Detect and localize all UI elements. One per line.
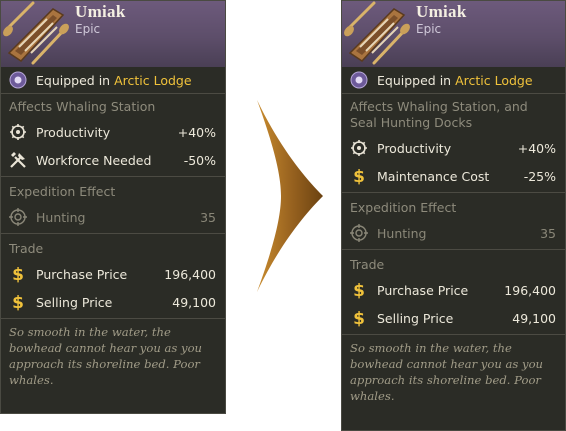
expedition-title: Expedition Effect xyxy=(350,200,457,215)
expedition-row: Hunting 35 xyxy=(1,203,225,231)
equipped-prefix: Equipped in xyxy=(377,72,452,88)
gear-icon xyxy=(8,122,28,142)
divider xyxy=(1,176,225,177)
trade-label: Selling Price xyxy=(377,310,454,326)
stat-row-workforce: Workforce Needed -50% xyxy=(1,146,225,174)
expedition-row: Hunting 35 xyxy=(342,219,565,247)
trade-value: 49,100 xyxy=(172,294,216,310)
equipped-row: Equipped in Arctic Lodge xyxy=(342,67,565,94)
stat-value: +40% xyxy=(177,124,216,140)
trade-row-selling: $ Selling Price 49,100 xyxy=(1,288,225,316)
gear-icon xyxy=(349,138,369,158)
equipped-location-link[interactable]: Arctic Lodge xyxy=(455,73,532,88)
equipped-location-link[interactable]: Arctic Lodge xyxy=(114,73,191,88)
stat-row-maintenance: $ Maintenance Cost -25% xyxy=(342,162,565,190)
stat-label: Maintenance Cost xyxy=(377,168,490,184)
svg-text:$: $ xyxy=(12,265,24,284)
expedition-label: Hunting xyxy=(377,225,427,241)
trade-value: 49,100 xyxy=(512,310,556,326)
item-rarity: Epic xyxy=(75,22,101,36)
item-tooltip-before: Umiak Epic Equipped in Arctic Lodge Affe… xyxy=(0,0,226,414)
tooltip-header: Umiak Epic xyxy=(1,1,225,67)
stat-row-productivity: Productivity +40% xyxy=(1,118,225,146)
trade-value: 196,400 xyxy=(164,266,216,282)
target-icon xyxy=(349,223,369,243)
divider xyxy=(1,318,225,319)
item-title: Umiak xyxy=(416,2,467,21)
item-tooltip-after: Umiak Epic Equipped in Arctic Lodge Affe… xyxy=(341,0,566,431)
trade-label: Selling Price xyxy=(36,294,113,310)
trade-value: 196,400 xyxy=(504,282,556,298)
lodge-icon xyxy=(349,70,369,90)
stat-label: Workforce Needed xyxy=(36,152,152,168)
lodge-icon xyxy=(8,70,28,90)
equipped-row: Equipped in Arctic Lodge xyxy=(1,67,225,94)
umiak-boat-icon xyxy=(3,1,69,65)
divider xyxy=(1,233,225,234)
flavor-text: So smooth in the water, the bowhead cann… xyxy=(350,341,544,403)
flavor-text: So smooth in the water, the bowhead cann… xyxy=(9,325,203,387)
item-title: Umiak xyxy=(75,2,126,21)
dollar-icon: $ xyxy=(349,308,369,328)
divider xyxy=(342,249,565,250)
svg-text:$: $ xyxy=(353,167,365,186)
trade-title: Trade xyxy=(350,257,385,272)
expedition-title: Expedition Effect xyxy=(9,184,116,199)
stat-value: +40% xyxy=(517,140,556,156)
stat-value: -50% xyxy=(183,152,216,168)
stat-value: -25% xyxy=(523,168,556,184)
equipped-prefix: Equipped in xyxy=(36,72,111,88)
trade-title: Trade xyxy=(9,241,44,256)
dollar-icon: $ xyxy=(349,166,369,186)
tools-icon xyxy=(8,150,28,170)
dollar-icon: $ xyxy=(8,264,28,284)
divider xyxy=(342,192,565,193)
stat-row-productivity: Productivity +40% xyxy=(342,134,565,162)
dollar-icon: $ xyxy=(8,292,28,312)
trade-label: Purchase Price xyxy=(36,266,128,282)
trade-label: Purchase Price xyxy=(377,282,469,298)
stat-label: Productivity xyxy=(36,124,111,140)
svg-text:$: $ xyxy=(353,281,365,300)
umiak-boat-icon xyxy=(344,1,410,65)
tooltip-header: Umiak Epic xyxy=(342,1,565,67)
trade-row-selling: $ Selling Price 49,100 xyxy=(342,304,565,332)
expedition-label: Hunting xyxy=(36,209,86,225)
trade-row-purchase: $ Purchase Price 196,400 xyxy=(1,260,225,288)
stat-label: Productivity xyxy=(377,140,452,156)
trade-row-purchase: $ Purchase Price 196,400 xyxy=(342,276,565,304)
divider xyxy=(342,334,565,335)
svg-text:$: $ xyxy=(353,309,365,328)
affects-text: Affects Whaling Station, and Seal Huntin… xyxy=(350,99,528,130)
target-icon xyxy=(8,207,28,227)
item-rarity: Epic xyxy=(416,22,442,36)
chevron-right-arrow-icon xyxy=(257,100,323,292)
expedition-value: 35 xyxy=(200,209,216,225)
affects-text: Affects Whaling Station xyxy=(9,99,156,114)
expedition-value: 35 xyxy=(540,225,556,241)
dollar-icon: $ xyxy=(349,280,369,300)
svg-text:$: $ xyxy=(12,293,24,312)
